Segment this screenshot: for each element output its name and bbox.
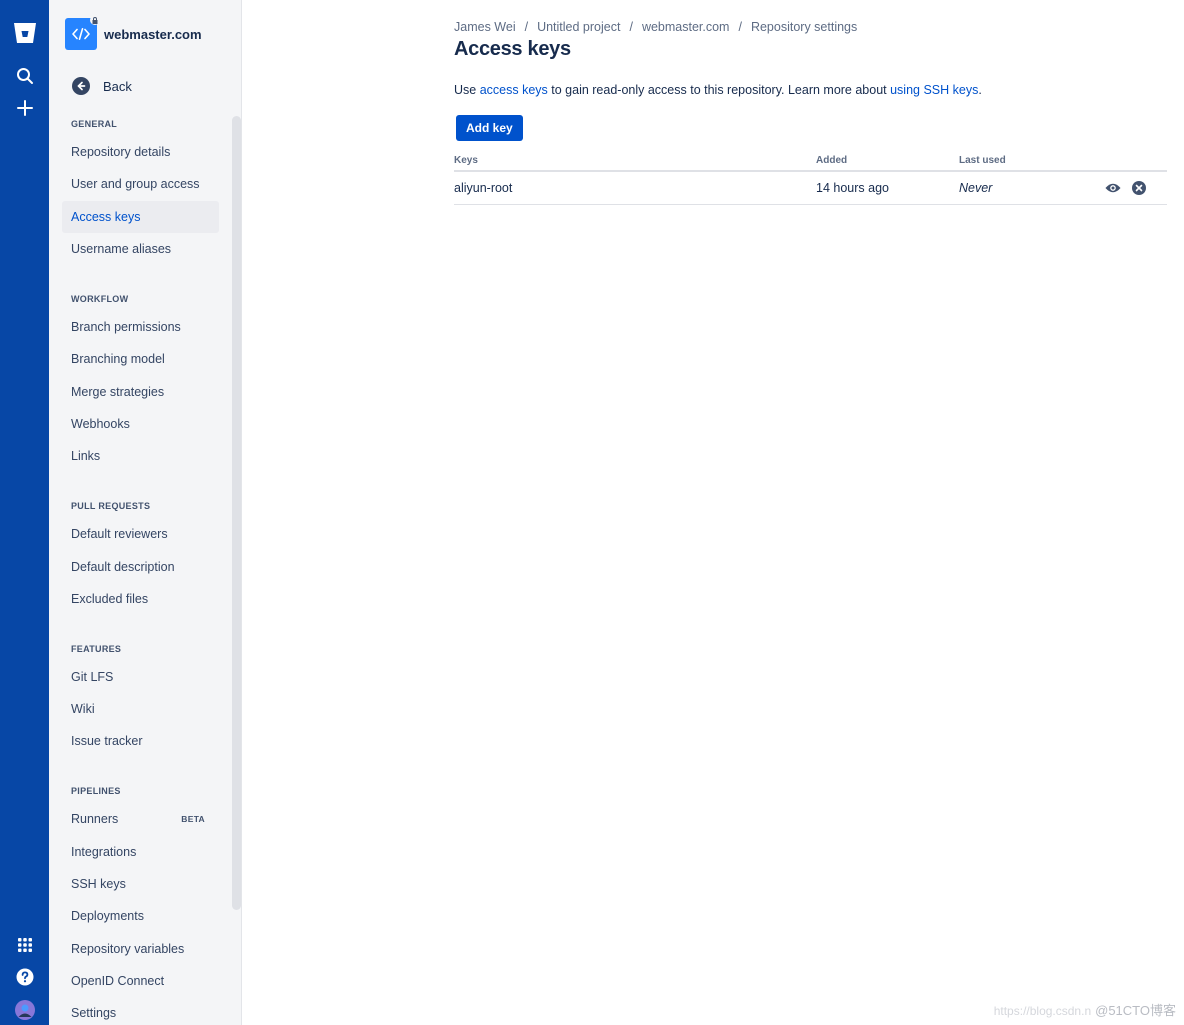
sidebar-item-integrations[interactable]: Integrations bbox=[62, 836, 219, 868]
sidebar-item-openid-connect[interactable]: OpenID Connect bbox=[62, 965, 219, 997]
help-icon[interactable] bbox=[0, 967, 49, 987]
watermark-url: https://blog.csdn.n bbox=[993, 1004, 1092, 1018]
back-label: Back bbox=[103, 78, 132, 94]
column-header-actions bbox=[1099, 151, 1167, 172]
page-description: Use access keys to gain read-only access… bbox=[454, 83, 982, 97]
user-avatar[interactable] bbox=[0, 999, 49, 1021]
sidebar-scrollbar[interactable] bbox=[232, 116, 241, 910]
key-added-cell: 14 hours ago bbox=[816, 171, 959, 205]
view-key-eye-icon[interactable] bbox=[1105, 180, 1121, 196]
watermark: https://blog.csdn.n @51CTO博客 bbox=[994, 1000, 1176, 1019]
description-text: . bbox=[978, 83, 982, 97]
access-keys-table: Keys Added Last used aliyun-root 14 hour… bbox=[454, 151, 1167, 205]
breadcrumb-link-repository[interactable]: webmaster.com bbox=[642, 20, 730, 34]
code-icon bbox=[72, 28, 90, 40]
back-button[interactable]: Back bbox=[72, 77, 132, 95]
sidebar-item-label: Runners bbox=[71, 812, 119, 826]
breadcrumb-separator: / bbox=[738, 20, 742, 34]
global-nav-rail bbox=[0, 0, 49, 1025]
page-title: Access keys bbox=[454, 38, 571, 60]
search-icon[interactable] bbox=[0, 66, 49, 86]
using-ssh-keys-link[interactable]: using SSH keys bbox=[890, 83, 978, 97]
sidebar-item-webhooks[interactable]: Webhooks bbox=[62, 408, 219, 440]
breadcrumb-link-owner[interactable]: James Wei bbox=[454, 20, 516, 34]
sidebar-item-merge-strategies[interactable]: Merge strategies bbox=[62, 376, 219, 408]
key-actions-cell bbox=[1099, 171, 1167, 205]
key-label-cell: aliyun-root bbox=[454, 171, 816, 205]
repository-name: webmaster.com bbox=[104, 26, 202, 42]
repository-avatar bbox=[65, 15, 100, 50]
sidebar-item-username-aliases[interactable]: Username aliases bbox=[62, 233, 219, 265]
breadcrumb-link-project[interactable]: Untitled project bbox=[537, 20, 620, 34]
description-text: to gain read-only access to this reposit… bbox=[547, 83, 891, 97]
delete-key-close-icon[interactable] bbox=[1131, 180, 1147, 196]
sidebar-item-excluded-files[interactable]: Excluded files bbox=[62, 583, 219, 615]
key-last-used-cell: Never bbox=[959, 171, 1099, 205]
access-keys-link[interactable]: access keys bbox=[480, 83, 548, 97]
column-header-keys[interactable]: Keys bbox=[454, 151, 816, 172]
settings-nav: GENERAL Repository details User and grou… bbox=[49, 105, 232, 1025]
sidebar-item-ssh-keys[interactable]: SSH keys bbox=[62, 868, 219, 900]
plus-icon[interactable] bbox=[0, 98, 49, 118]
bitbucket-logo-icon[interactable] bbox=[0, 18, 49, 48]
sidebar-item-issue-tracker[interactable]: Issue tracker bbox=[62, 725, 219, 757]
sidebar-item-links[interactable]: Links bbox=[62, 440, 219, 472]
sidebar-item-settings[interactable]: Settings bbox=[62, 997, 219, 1025]
arrow-left-icon bbox=[72, 77, 90, 95]
watermark-text: @51CTO博客 bbox=[1095, 1003, 1176, 1018]
section-heading-pipelines: PIPELINES bbox=[71, 786, 121, 796]
section-heading-pull-requests: PULL REQUESTS bbox=[71, 501, 151, 511]
sidebar-item-default-reviewers[interactable]: Default reviewers bbox=[62, 518, 219, 550]
table-row: aliyun-root 14 hours ago Never bbox=[454, 171, 1167, 205]
lock-icon bbox=[90, 15, 100, 25]
sidebar-item-default-description[interactable]: Default description bbox=[62, 551, 219, 583]
breadcrumb-separator: / bbox=[524, 20, 529, 34]
repository-sidebar: webmaster.com Back GENERAL Repository de… bbox=[49, 0, 242, 1025]
apps-grid-icon[interactable] bbox=[0, 935, 49, 955]
add-key-button[interactable]: Add key bbox=[456, 115, 523, 141]
section-heading-features: FEATURES bbox=[71, 644, 122, 654]
sidebar-item-branch-permissions[interactable]: Branch permissions bbox=[62, 311, 219, 343]
description-text: Use bbox=[454, 83, 480, 97]
sidebar-item-access-keys[interactable]: Access keys bbox=[62, 201, 219, 233]
sidebar-item-wiki[interactable]: Wiki bbox=[62, 693, 219, 725]
sidebar-item-repository-details[interactable]: Repository details bbox=[62, 136, 219, 168]
sidebar-item-user-and-group-access[interactable]: User and group access bbox=[62, 168, 219, 200]
column-header-last-used[interactable]: Last used bbox=[959, 151, 1099, 172]
sidebar-item-git-lfs[interactable]: Git LFS bbox=[62, 661, 219, 693]
sidebar-item-branching-model[interactable]: Branching model bbox=[62, 343, 219, 375]
beta-badge: BETA bbox=[181, 814, 205, 824]
repository-header[interactable]: webmaster.com bbox=[65, 15, 202, 50]
sidebar-item-runners[interactable]: Runners BETA bbox=[62, 803, 219, 835]
sidebar-item-deployments[interactable]: Deployments bbox=[62, 900, 219, 932]
column-header-added[interactable]: Added bbox=[816, 151, 959, 172]
sidebar-item-repository-variables[interactable]: Repository variables bbox=[62, 933, 219, 965]
breadcrumb: James Wei / Untitled project / webmaster… bbox=[454, 20, 857, 34]
section-heading-workflow: WORKFLOW bbox=[71, 294, 129, 304]
breadcrumb-separator: / bbox=[629, 20, 633, 34]
section-heading-general: GENERAL bbox=[71, 119, 118, 129]
table-header-row: Keys Added Last used bbox=[454, 151, 1167, 172]
breadcrumb-link-repository-settings[interactable]: Repository settings bbox=[751, 20, 857, 34]
